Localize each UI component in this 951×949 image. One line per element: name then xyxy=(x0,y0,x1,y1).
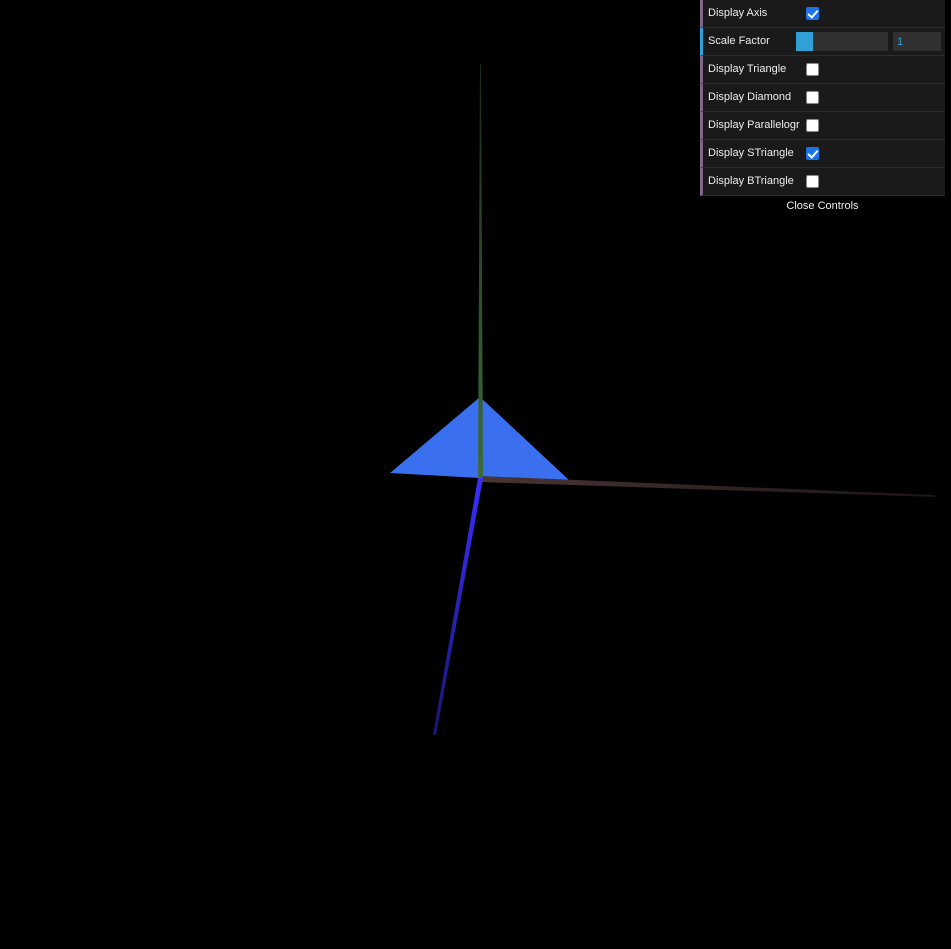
display-striangle-checkbox[interactable] xyxy=(806,147,819,160)
display-parallelogram-label: Display Parallelogr xyxy=(708,119,800,131)
display-btriangle-checkbox[interactable] xyxy=(806,175,819,188)
display-diamond-row[interactable]: Display Diamond xyxy=(700,84,945,112)
display-triangle-row[interactable]: Display Triangle xyxy=(700,56,945,84)
close-controls-button[interactable]: Close Controls xyxy=(700,196,945,216)
display-axis-row[interactable]: Display Axis xyxy=(700,0,945,28)
display-striangle-row[interactable]: Display STriangle xyxy=(700,140,945,168)
scale-factor-input[interactable]: 1 xyxy=(893,32,941,51)
display-triangle-checkbox[interactable] xyxy=(806,63,819,76)
display-parallelogram-checkbox[interactable] xyxy=(806,119,819,132)
display-striangle-label: Display STriangle xyxy=(708,147,794,159)
display-btriangle-label: Display BTriangle xyxy=(708,175,794,187)
display-parallelogram-row[interactable]: Display Parallelogr xyxy=(700,112,945,140)
scale-factor-label: Scale Factor xyxy=(708,35,770,47)
display-axis-checkbox[interactable] xyxy=(806,7,819,20)
display-diamond-checkbox[interactable] xyxy=(806,91,819,104)
scale-factor-slider-fill xyxy=(796,32,813,51)
display-btriangle-row[interactable]: Display BTriangle xyxy=(700,168,945,196)
y-axis-line xyxy=(478,64,483,478)
x-axis-line xyxy=(480,476,935,497)
display-axis-label: Display Axis xyxy=(708,7,768,19)
controls-panel: Display Axis Scale Factor 1 Display Tria… xyxy=(700,0,945,216)
scale-factor-row[interactable]: Scale Factor 1 xyxy=(700,28,945,56)
display-triangle-label: Display Triangle xyxy=(708,63,787,75)
display-diamond-label: Display Diamond xyxy=(708,91,792,103)
scale-factor-slider[interactable] xyxy=(796,32,888,51)
z-axis-line xyxy=(433,478,483,735)
